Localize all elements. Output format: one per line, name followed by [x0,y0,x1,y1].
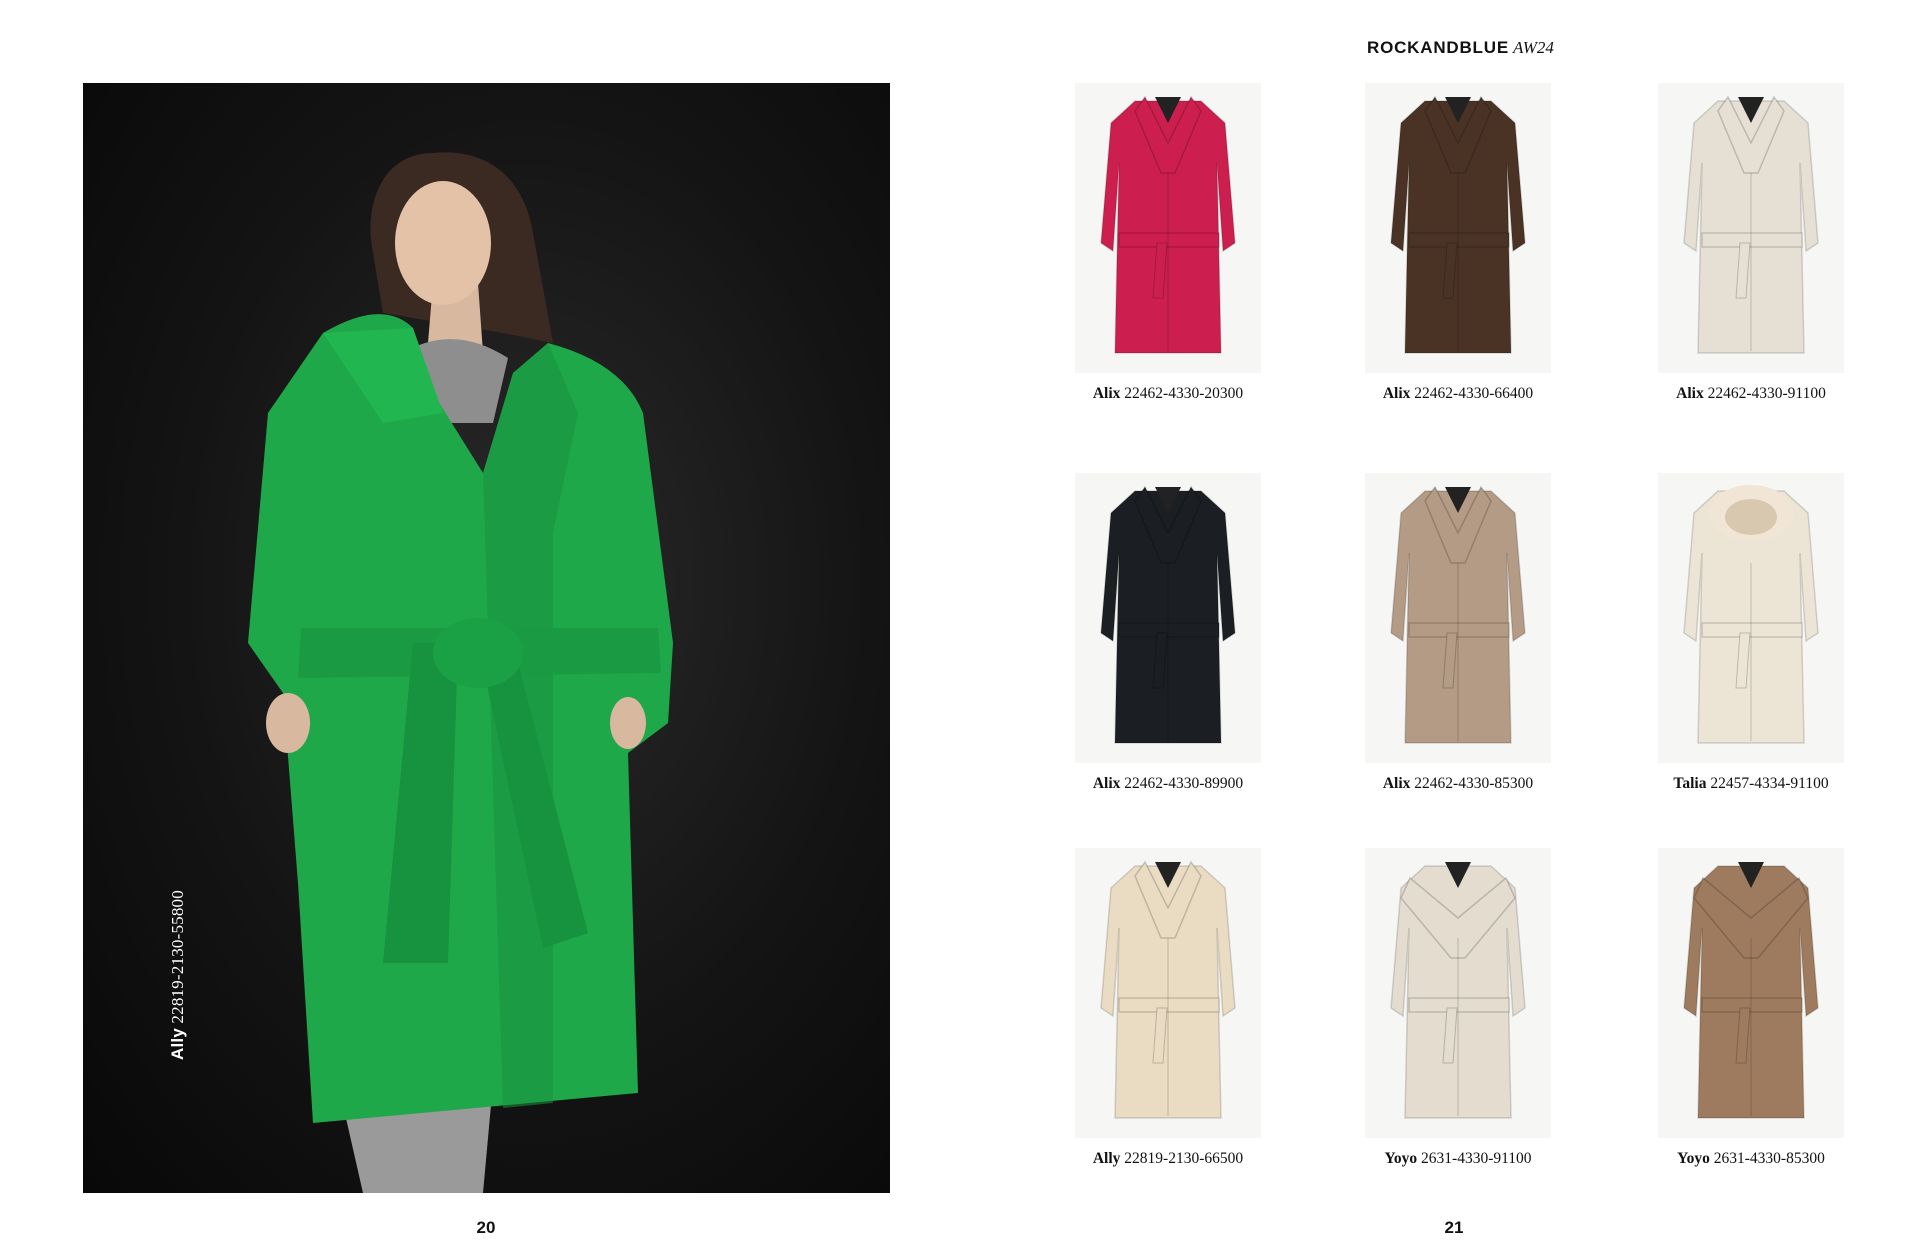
product-card: Alix 22462-4330-66400 [1313,83,1603,413]
coat-wrap-icon [1100,485,1236,744]
product-card: Yoyo 2631-4330-85300 [1606,848,1896,1178]
product-caption: Alix 22462-4330-20300 [1023,385,1313,403]
product-name: Alix [1382,385,1411,402]
product-code: 22819-2130-66500 [1124,1150,1244,1167]
product-card: Talia 22457-4334-91100 [1606,473,1896,803]
product-image [1365,848,1551,1138]
coat-wrap-icon [1390,485,1526,744]
product-card: Yoyo 2631-4330-91100 [1313,848,1603,1178]
product-code: 22462-4330-66400 [1414,385,1534,402]
product-image [1365,473,1551,763]
product-image [1658,473,1844,763]
product-code: 22462-4330-85300 [1414,775,1534,792]
product-caption: Yoyo 2631-4330-85300 [1606,1150,1896,1168]
product-name: Alix [1092,385,1121,402]
product-card: Alix 22462-4330-89900 [1023,473,1313,803]
product-caption: Ally 22819-2130-66500 [1023,1150,1313,1168]
product-code: 2631-4330-91100 [1421,1150,1532,1167]
model-in-green-coat-illustration [248,152,673,1193]
feature-code: 22819-2130-55800 [168,890,187,1024]
product-image [1365,83,1551,373]
product-image [1658,848,1844,1138]
coat-wrap-icon [1100,95,1236,354]
product-name: Yoyo [1384,1150,1418,1167]
product-name: Alix [1092,775,1121,792]
coat-fur-hood-icon [1683,485,1819,744]
feature-photo [83,83,890,1193]
product-name: Alix [1382,775,1411,792]
page-number-left: 20 [476,1218,496,1237]
product-caption: Alix 22462-4330-91100 [1606,385,1896,403]
product-caption: Alix 22462-4330-66400 [1313,385,1603,403]
product-image [1658,83,1844,373]
product-image [1075,83,1261,373]
product-image [1075,848,1261,1138]
product-card: Alix 22462-4330-20300 [1023,83,1313,413]
product-code: 22462-4330-89900 [1124,775,1244,792]
season-label: AW24 [1512,38,1554,57]
product-code: 22457-4334-91100 [1710,775,1829,792]
product-code: 2631-4330-85300 [1713,1150,1825,1167]
coat-shape [248,314,673,1124]
product-image [1075,473,1261,763]
coat-wrap-icon [1683,95,1819,354]
product-caption: Alix 22462-4330-89900 [1023,775,1313,793]
coat-wrap-icon [1100,860,1236,1119]
feature-name: Ally [168,1028,187,1060]
page-number-right: 21 [1444,1218,1464,1237]
product-code: 22462-4330-91100 [1707,385,1826,402]
product-name: Talia [1673,775,1707,792]
product-card: Alix 22462-4330-85300 [1313,473,1603,803]
product-code: 22462-4330-20300 [1124,385,1244,402]
brand-header: ROCKANDBLUE AW24 [1367,38,1554,58]
product-caption: Alix 22462-4330-85300 [1313,775,1603,793]
feature-caption: Ally 22819-2130-55800 [168,890,188,1060]
brand-name: ROCKANDBLUE [1367,38,1509,57]
product-name: Alix [1676,385,1704,402]
product-caption: Yoyo 2631-4330-91100 [1313,1150,1603,1168]
coat-wide-collar-icon [1390,862,1526,1119]
product-caption: Talia 22457-4334-91100 [1606,775,1896,793]
coat-wide-collar-icon [1683,862,1819,1119]
product-name: Yoyo [1677,1150,1710,1167]
product-card: Ally 22819-2130-66500 [1023,848,1313,1178]
product-card: Alix 22462-4330-91100 [1606,83,1896,413]
coat-wrap-icon [1390,95,1526,354]
product-name: Ally [1092,1150,1121,1167]
